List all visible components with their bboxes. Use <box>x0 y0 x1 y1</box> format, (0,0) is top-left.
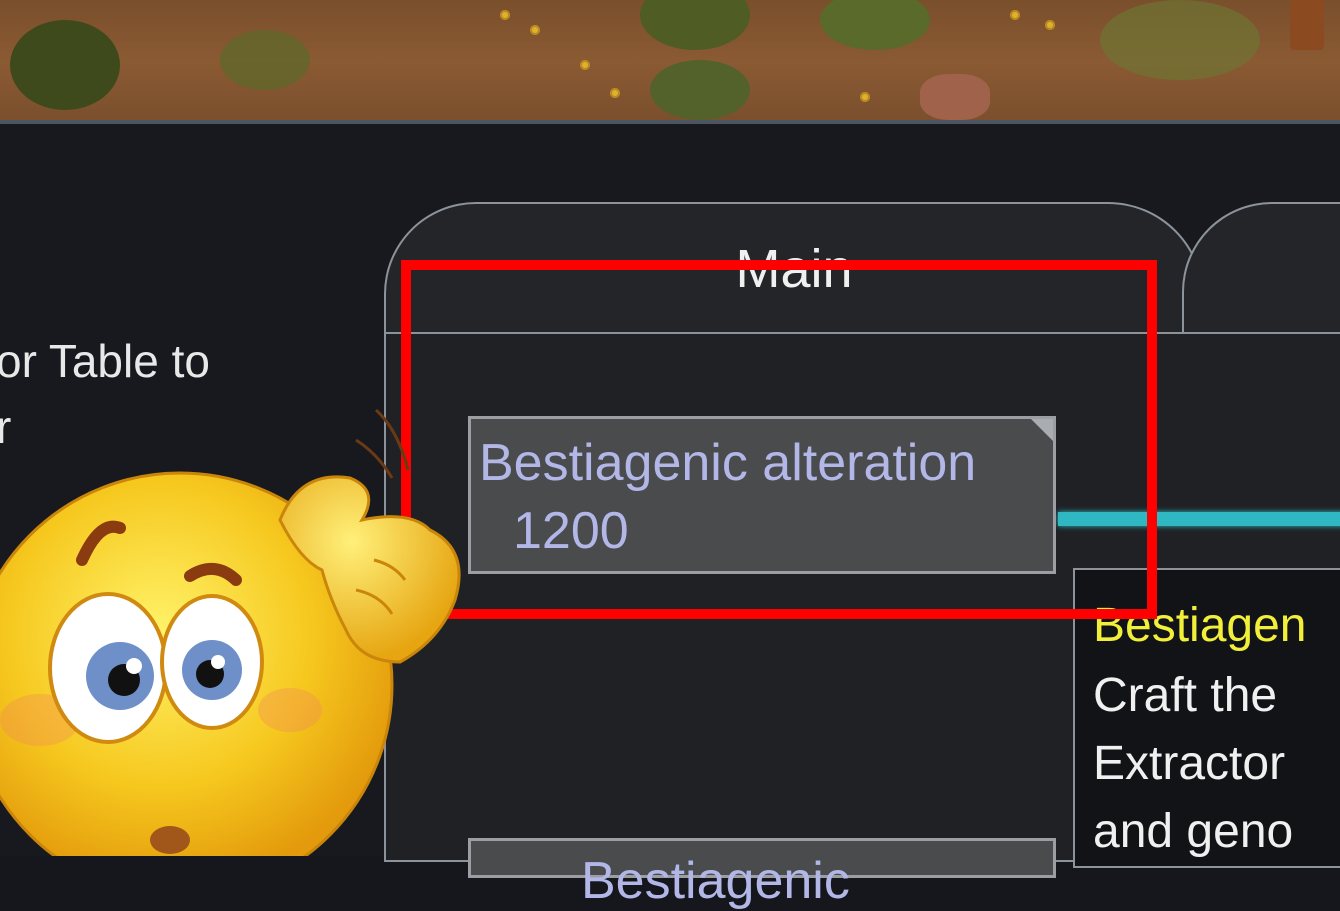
side-description-line-1: or Table to <box>0 335 210 387</box>
tooltip-line-3: and geno <box>1093 805 1294 858</box>
flower <box>530 25 540 35</box>
shrub <box>10 20 120 110</box>
tooltip-line-1: Craft the <box>1093 669 1278 722</box>
game-world-view[interactable] <box>0 0 1340 122</box>
tree-trunk <box>1290 0 1324 50</box>
shrub <box>820 0 930 50</box>
research-node-2[interactable]: Bestiagenic <box>468 838 1056 910</box>
flower <box>580 60 590 70</box>
highlight-box <box>401 260 1157 619</box>
flower <box>860 92 870 102</box>
shrub <box>220 30 310 90</box>
shrub <box>650 60 750 120</box>
rock-chunk[interactable] <box>920 74 990 120</box>
flower <box>1045 20 1055 30</box>
confused-emoji-icon <box>0 408 461 856</box>
shrub <box>640 0 750 50</box>
flower <box>500 10 510 20</box>
flower <box>610 88 620 98</box>
shrub <box>1100 0 1260 80</box>
flower <box>1010 10 1020 20</box>
research-node-2-title: Bestiagenic <box>581 852 850 910</box>
tooltip-line-2: Extractor <box>1093 737 1286 790</box>
